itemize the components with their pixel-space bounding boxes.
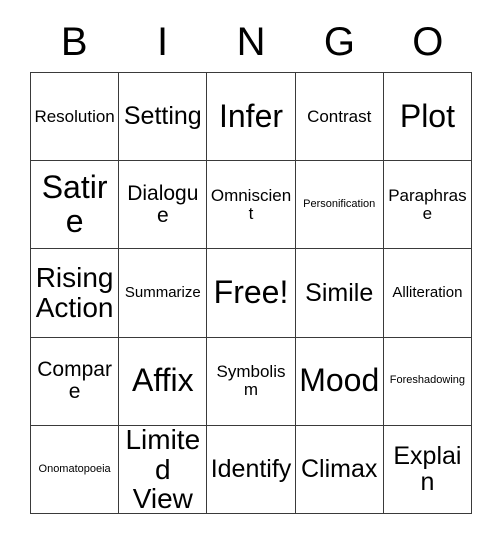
bingo-cell[interactable]: Omniscient (207, 161, 296, 250)
bingo-cell[interactable]: Dialogue (119, 161, 208, 250)
bingo-cell[interactable]: Personification (295, 161, 384, 250)
bingo-card: B I N G O Resolution Setting Infer Contr… (0, 0, 500, 544)
bingo-cell[interactable]: Contrast (295, 73, 384, 162)
bingo-grid: Resolution Setting Infer Contrast Plot S… (30, 72, 473, 515)
bingo-row: Rising Action Summarize Free! Simile All… (31, 249, 473, 338)
header-letter-b: B (60, 20, 88, 64)
bingo-cell[interactable]: Affix (119, 337, 208, 426)
bingo-row: Compare Affix Symbolism Mood Foreshadowi… (31, 337, 473, 426)
bingo-cell[interactable]: Mood (295, 337, 384, 426)
bingo-cell[interactable]: Climax (295, 425, 384, 515)
bingo-cell[interactable]: Symbolism (207, 337, 296, 426)
bingo-cell[interactable]: Explain (383, 425, 473, 515)
bingo-cell[interactable]: Limited View (119, 425, 208, 515)
header-letter-o: O (412, 20, 444, 64)
bingo-cell-free[interactable]: Free! (207, 249, 296, 338)
bingo-cell[interactable]: Alliteration (383, 249, 473, 338)
bingo-cell[interactable]: Rising Action (31, 249, 120, 338)
header-letter-i: I (157, 20, 169, 64)
bingo-cell[interactable]: Setting (119, 73, 208, 162)
bingo-cell[interactable]: Resolution (31, 73, 120, 162)
bingo-row: Satire Dialogue Omniscient Personificati… (31, 161, 473, 250)
bingo-cell[interactable]: Foreshadowing (383, 337, 473, 426)
bingo-row: Resolution Setting Infer Contrast Plot (31, 73, 473, 162)
header-letter-g: G (323, 20, 355, 64)
bingo-cell[interactable]: Compare (31, 337, 120, 426)
bingo-cell[interactable]: Identify (207, 425, 296, 515)
bingo-cell[interactable]: Plot (383, 73, 473, 162)
bingo-row: Onomatopoeia Limited View Identify Clima… (31, 425, 473, 515)
bingo-cell[interactable]: Infer (207, 73, 296, 162)
bingo-cell[interactable]: Paraphrase (383, 161, 473, 250)
bingo-cell[interactable]: Satire (31, 161, 120, 250)
bingo-header-row: B I N G O (30, 14, 472, 70)
bingo-cell[interactable]: Onomatopoeia (31, 425, 120, 515)
bingo-cell[interactable]: Simile (295, 249, 384, 338)
bingo-cell[interactable]: Summarize (119, 249, 208, 338)
header-letter-n: N (236, 20, 266, 64)
